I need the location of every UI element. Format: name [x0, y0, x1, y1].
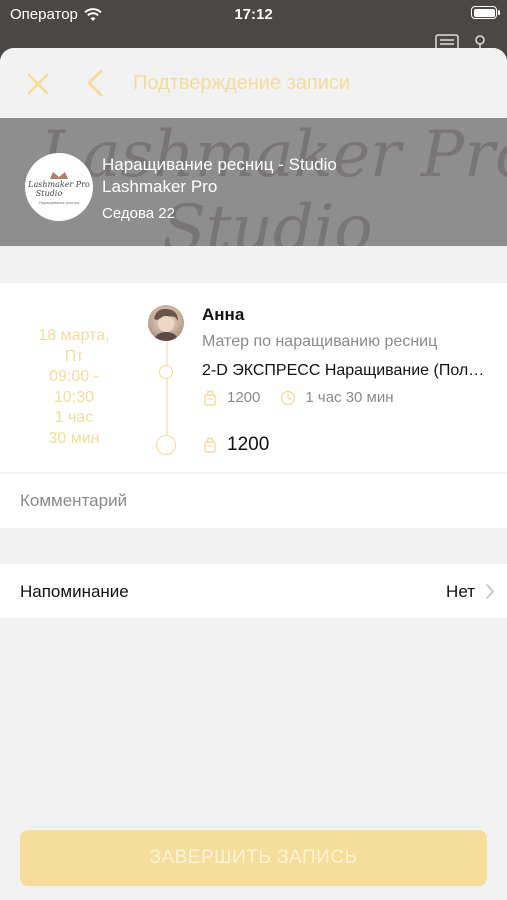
salon-logo: Lashmaker Pro Studio Наращивание ресниц	[25, 153, 93, 221]
salon-name: Наращивание ресниц - Studio Lashmaker Pr…	[102, 155, 337, 196]
close-icon[interactable]	[24, 70, 52, 98]
back-arrow-icon[interactable]	[84, 68, 106, 98]
reminder-row[interactable]: Напоминание Нет	[0, 564, 507, 618]
appointment-card: 18 марта, Пт 09:00 - 10:30 1 час 30 мин …	[0, 283, 507, 472]
logo-text: Lashmaker Pro Studio	[28, 179, 90, 198]
chevron-right-icon	[486, 584, 494, 599]
salon-banner: Lashmaker Pro Studio Lashmaker Pro Studi…	[0, 118, 507, 246]
price-icon	[204, 437, 216, 453]
duration-minutes: 30 мин	[48, 429, 100, 447]
master-role: Матер по наращиванию ресниц	[202, 333, 438, 350]
service-meta: 1200 1 час 30 мин	[202, 389, 394, 406]
comment-input[interactable]	[20, 474, 490, 528]
timeline-service-dot	[159, 365, 173, 379]
nav-bar: Подтверждение записи	[0, 48, 507, 118]
clock-icon	[281, 390, 296, 405]
price-icon	[204, 390, 216, 406]
service-name: 2-D ЭКСПРЕСС Наращивание (Польский шёлк)	[202, 362, 492, 379]
total-value: 1200	[227, 434, 270, 455]
master-avatar	[148, 305, 184, 341]
weekday-line: Пт	[64, 347, 84, 365]
duration-hours: 1 час	[54, 409, 94, 426]
avatar-face-icon	[153, 308, 179, 341]
comment-row	[0, 474, 507, 528]
service-duration: 1 час 30 мин	[305, 389, 394, 406]
logo-subtext: Наращивание ресниц	[38, 199, 80, 205]
timeline-total-dot	[156, 435, 176, 455]
reminder-label: Напоминание	[20, 582, 129, 601]
status-bar: Оператор 17:12	[0, 0, 507, 30]
complete-booking-button[interactable]: ЗАВЕРШИТЬ ЗАПИСЬ	[20, 830, 487, 886]
status-time: 17:12	[234, 6, 273, 23]
time-start: 09:00 -	[49, 368, 99, 385]
logo-crown-icon	[50, 171, 68, 179]
service-price: 1200	[227, 389, 261, 406]
appointment-datetime: 18 марта, Пт 09:00 - 10:30 1 час 30 мин	[10, 326, 138, 449]
time-end: 10:30	[53, 388, 95, 406]
reminder-value: Нет	[446, 582, 475, 601]
salon-address: Седова 22	[102, 205, 175, 222]
page-title: Подтверждение записи	[133, 72, 351, 94]
status-right	[471, 6, 500, 19]
total-price: 1200	[202, 434, 269, 456]
date-line: 18 марта,	[38, 327, 110, 344]
master-name: Анна	[202, 305, 245, 324]
battery-icon	[471, 6, 500, 19]
